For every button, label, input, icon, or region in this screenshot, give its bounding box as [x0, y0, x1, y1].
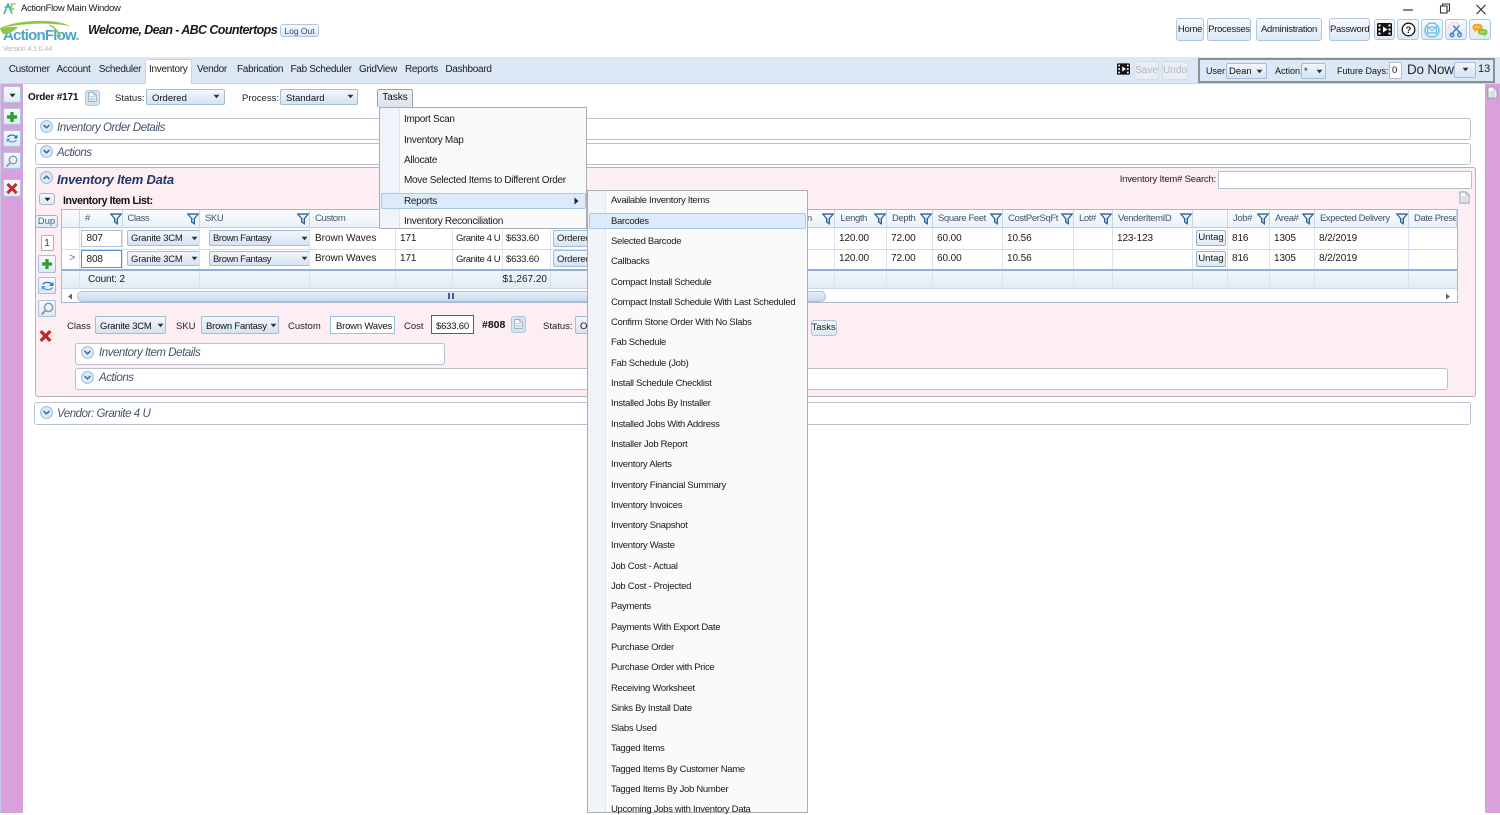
svg-text:?: ?: [1406, 25, 1412, 36]
